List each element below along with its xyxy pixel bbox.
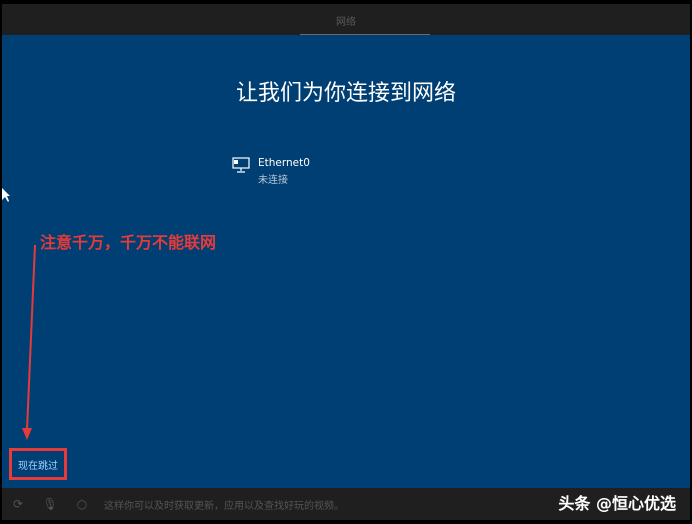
microphone-icon[interactable]: 🎙: [34, 497, 66, 511]
cortana-circle-icon[interactable]: ○: [66, 497, 98, 511]
accessibility-icon[interactable]: ⟳: [2, 497, 34, 511]
mouse-cursor-icon: [2, 188, 10, 202]
bottom-message: 这样你可以及时获取更新，应用以及查找好玩的视频。: [104, 500, 344, 512]
watermark: 头条 @恒心优选: [558, 494, 676, 513]
annotation-arrow: [2, 188, 36, 440]
